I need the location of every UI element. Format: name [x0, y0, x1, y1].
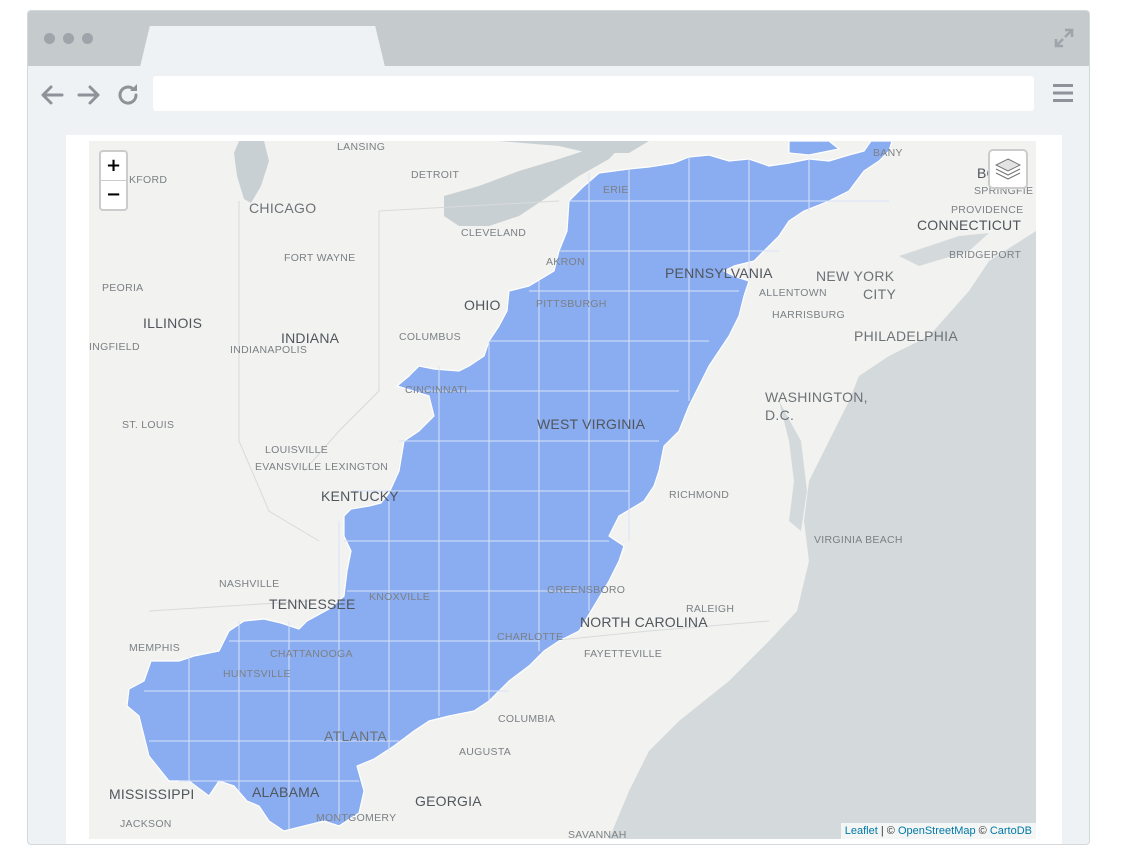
label-knoxville: KNOXVILLE: [369, 591, 431, 603]
label-west-virginia: WEST VIRGINIA: [537, 416, 646, 432]
lake-michigan: [234, 141, 269, 203]
label-montgomery: MONTGOMERY: [316, 812, 397, 824]
reload-icon[interactable]: [114, 81, 142, 109]
label-albany: BANY: [873, 147, 903, 159]
highlighted-counties-north: [788, 141, 841, 156]
label-chicago: CHICAGO: [249, 200, 317, 216]
label-fayetteville: FAYETTEVILLE: [584, 648, 663, 660]
basemap: [126, 141, 1036, 839]
label-atlanta: ATLANTA: [324, 728, 388, 744]
label-allentown: ALLENTOWN: [759, 287, 827, 299]
arrow-right-icon[interactable]: [75, 81, 103, 109]
label-nashville: NASHVILLE: [219, 578, 280, 590]
label-providence: PROVIDENCE: [951, 204, 1024, 216]
label-indianapolis: INDIANAPOLIS: [230, 344, 308, 356]
label-louisville: LOUISVILLE: [265, 444, 329, 456]
label-evansville: EVANSVILLE: [255, 461, 322, 473]
label-city: CITY: [863, 286, 897, 302]
label-huntsville: HUNTSVILLE: [223, 668, 291, 680]
label-augusta: AUGUSTA: [459, 746, 512, 758]
attribution-sep2: ©: [975, 825, 990, 837]
label-pittsburgh: PITTSBURGH: [536, 298, 607, 310]
label-philadelphia: PHILADELPHIA: [854, 328, 958, 344]
label-georgia: GEORGIA: [415, 793, 482, 809]
zoom-in-button[interactable]: +: [101, 152, 126, 180]
tab-bar: [28, 11, 1089, 67]
label-richmond: RICHMOND: [669, 489, 730, 501]
label-st-louis: ST. LOUIS: [122, 419, 175, 431]
label-tennessee: TENNESSEE: [269, 596, 356, 612]
label-alabama: ALABAMA: [252, 784, 320, 800]
browser-window: LANSING DETROIT BANY BO SPRINGFIE KFORD …: [27, 10, 1090, 845]
page-content: LANSING DETROIT BANY BO SPRINGFIE KFORD …: [66, 135, 1062, 844]
label-erie: ERIE: [603, 184, 629, 196]
label-akron: AKRON: [546, 256, 585, 268]
label-north-carolina: NORTH CAROLINA: [580, 614, 708, 630]
lake-huron: [499, 141, 649, 153]
label-dc: D.C.: [765, 407, 795, 423]
leaflet-link[interactable]: Leaflet: [845, 825, 878, 837]
navigation-bar: [28, 66, 1089, 124]
layers-icon: [994, 158, 1022, 180]
attribution-sep: | ©: [877, 825, 898, 837]
label-springfield-il: INGFIELD: [89, 341, 140, 353]
label-pennsylvania: PENNSYLVANIA: [665, 265, 773, 281]
address-bar[interactable]: [153, 76, 1034, 111]
label-rockford: KFORD: [129, 174, 168, 186]
zoom-control: + −: [99, 150, 128, 211]
label-cincinnati: CINCINNATI: [405, 384, 468, 396]
label-virginia-beach: VIRGINIA BEACH: [814, 534, 903, 546]
label-detroit: DETROIT: [411, 169, 460, 181]
label-lexington: LEXINGTON: [325, 461, 389, 473]
label-illinois: ILLINOIS: [143, 315, 203, 331]
label-peoria: PEORIA: [102, 282, 144, 294]
zoom-out-button[interactable]: −: [101, 180, 126, 208]
label-connecticut: CONNECTICUT: [917, 217, 1022, 233]
label-columbia: COLUMBIA: [498, 713, 556, 725]
label-ohio: OHIO: [464, 297, 501, 313]
label-mississippi: MISSISSIPPI: [109, 786, 195, 802]
window-dots-icon: [44, 33, 93, 44]
label-cleveland: CLEVELAND: [461, 227, 527, 239]
label-lansing: LANSING: [337, 141, 386, 153]
label-charlotte: CHARLOTTE: [497, 631, 564, 643]
label-savannah: SAVANNAH: [568, 829, 627, 839]
layers-control[interactable]: [988, 149, 1028, 189]
attribution: Leaflet | © OpenStreetMap © CartoDB: [840, 823, 1036, 839]
label-chattanooga: CHATTANOOGA: [270, 648, 353, 660]
arrow-left-icon[interactable]: [38, 81, 66, 109]
label-fort-wayne: FORT WAYNE: [284, 252, 356, 264]
expand-icon[interactable]: [1053, 27, 1075, 49]
label-new-york: NEW YORK: [816, 268, 895, 284]
hamburger-menu-icon[interactable]: [1053, 82, 1073, 104]
osm-link[interactable]: OpenStreetMap: [898, 825, 976, 837]
label-jackson: JACKSON: [120, 818, 172, 830]
active-tab[interactable]: [140, 26, 385, 67]
cartodb-link[interactable]: CartoDB: [990, 825, 1032, 837]
label-harrisburg: HARRISBURG: [772, 309, 846, 321]
label-kentucky: KENTUCKY: [321, 488, 399, 504]
map-canvas[interactable]: LANSING DETROIT BANY BO SPRINGFIE KFORD …: [89, 141, 1036, 839]
label-memphis: MEMPHIS: [129, 642, 181, 654]
label-greensboro: GREENSBORO: [547, 584, 626, 596]
label-columbus: COLUMBUS: [399, 331, 461, 343]
label-bridgeport: BRIDGEPORT: [949, 249, 1022, 261]
label-washington: WASHINGTON,: [765, 389, 868, 405]
